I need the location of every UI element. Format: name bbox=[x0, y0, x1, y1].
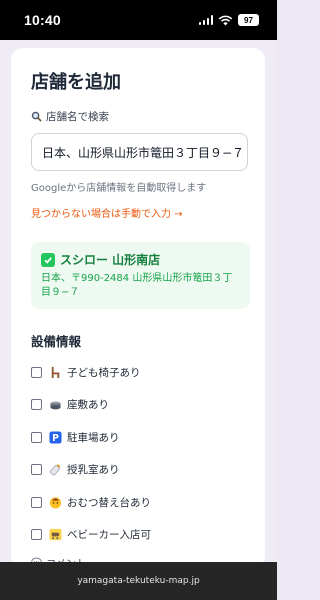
kids-chair-label: 子ども椅子あり bbox=[67, 366, 141, 379]
svg-text:P: P bbox=[52, 433, 59, 444]
signal-icon bbox=[198, 15, 213, 25]
result-store-address: 日本、〒990-2484 山形県山形市篭田３丁目９−７ bbox=[41, 273, 233, 298]
zashiki-checkbox[interactable] bbox=[31, 399, 42, 411]
facility-zashiki[interactable]: 座敷あり bbox=[31, 389, 251, 422]
kids-chair-checkbox[interactable] bbox=[31, 366, 42, 378]
facility-nursing-room[interactable]: 授乳室あり bbox=[31, 454, 251, 487]
store-search-value: 日本、山形県山形市篭田３丁目９−７ bbox=[42, 145, 245, 160]
tatami-icon bbox=[50, 401, 61, 410]
search-label-row: 店舗名で検索 bbox=[31, 109, 251, 124]
facility-stroller[interactable]: ベビーカー入店可 bbox=[31, 519, 251, 552]
status-time: 10:40 bbox=[24, 12, 61, 28]
parking-checkbox[interactable] bbox=[31, 431, 42, 443]
stroller-icon bbox=[49, 529, 62, 541]
facility-diaper-table[interactable]: おむつ替え台あり bbox=[31, 486, 251, 519]
add-store-card: 店舗を追加 店舗名で検索 日本、山形県山形市篭田３丁目９−７ Googleから店… bbox=[11, 48, 265, 568]
search-icon bbox=[31, 111, 42, 122]
status-bar: 10:40 97 bbox=[0, 0, 277, 40]
result-store-name: スシロー 山形南店 bbox=[60, 253, 161, 267]
page-title: 店舗を追加 bbox=[31, 72, 121, 93]
manual-entry-link[interactable]: 見つからない場合は手動で入力 → bbox=[31, 205, 251, 220]
parking-icon: P bbox=[49, 431, 62, 444]
url-text: yamagata-tekuteku-map.jp bbox=[77, 576, 200, 586]
chair-icon bbox=[51, 366, 60, 378]
stroller-label: ベビーカー入店可 bbox=[67, 529, 151, 542]
stroller-checkbox[interactable] bbox=[31, 529, 42, 541]
selected-store-result[interactable]: スシロー 山形南店 日本、〒990-2484 山形県山形市篭田３丁目９−７ bbox=[31, 242, 250, 309]
battery-icon: 97 bbox=[238, 14, 259, 26]
result-name-row: スシロー 山形南店 bbox=[41, 251, 240, 268]
search-label: 店舗名で検索 bbox=[46, 111, 109, 123]
browser-url-bar[interactable]: yamagata-tekuteku-map.jp bbox=[0, 562, 277, 600]
diaper-table-label: おむつ替え台あり bbox=[67, 496, 151, 509]
baby-bottle-icon bbox=[49, 464, 61, 476]
parking-label: 駐車場あり bbox=[67, 431, 120, 444]
facility-parking[interactable]: P 駐車場あり bbox=[31, 421, 251, 454]
zashiki-label: 座敷あり bbox=[67, 399, 109, 412]
facility-kids-chair[interactable]: 子ども椅子あり bbox=[31, 356, 251, 389]
diaper-table-checkbox[interactable] bbox=[31, 496, 42, 508]
nursing-room-checkbox[interactable] bbox=[31, 464, 42, 476]
facilities-heading: 設備情報 bbox=[31, 334, 82, 349]
store-search-input[interactable]: 日本、山形県山形市篭田３丁目９−７ bbox=[31, 133, 248, 171]
wifi-icon bbox=[218, 15, 233, 26]
check-icon bbox=[41, 252, 55, 267]
nursing-room-label: 授乳室あり bbox=[67, 464, 120, 477]
search-hint: Googleから店舗情報を自動取得します bbox=[31, 183, 207, 194]
status-icons: 97 bbox=[198, 14, 259, 26]
facility-list: 子ども椅子あり 座敷あり P 駐車場あり 授乳室あり おむつ替え台あり ベビーカ… bbox=[31, 356, 251, 551]
baby-icon bbox=[49, 497, 62, 509]
